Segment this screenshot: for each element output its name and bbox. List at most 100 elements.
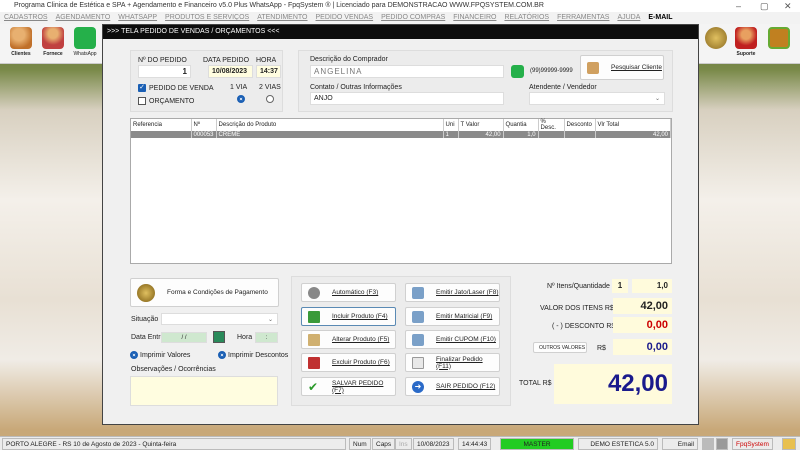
sale-order-label: PEDIDO DE VENDA [149,85,214,92]
exit-door-icon [768,27,790,49]
menu-ajuda[interactable]: AJUDA [617,14,640,21]
print-matrix-button[interactable]: Emitir Matricial (F9) [405,307,500,326]
supplier-icon [42,27,64,49]
menu-financeiro[interactable]: FINANCEIRO [453,14,496,21]
menu-agendamento[interactable]: AGENDAMENTO [56,14,111,21]
print-values-label: Imprimir Valores [140,352,191,359]
menu-email[interactable]: E-MAIL [648,14,672,21]
close-button[interactable]: ✕ [784,0,792,12]
chevron-down-icon: ⌄ [267,317,273,323]
user-icon[interactable] [782,438,796,450]
via2-radio[interactable] [266,95,274,103]
contact-field[interactable]: ANJO [310,92,504,105]
print-coupon-button[interactable]: Emitir CUPOM (F10) [405,330,500,349]
monitor-icon[interactable] [716,438,728,450]
items-table[interactable]: Referencia Nº Descrição do Produto Uni T Val… [130,118,672,264]
delivery-date-field[interactable]: / / [161,332,207,343]
order-no-label: Nº DO PEDIDO [138,57,187,64]
include-product-button[interactable]: Incluir Produto (F4) [301,307,396,326]
date-label: DATA PEDIDO [203,57,250,64]
contact-label: Contato / Outras Informações [310,84,402,91]
edit-product-icon [308,333,320,346]
order-dialog: >>> TELA PEDIDO DE VENDAS / ORÇAMENTOS <… [102,24,699,425]
location-date: PORTO ALEGRE - RS 10 de Agosto de 2023 -… [2,438,346,450]
items-count: 1 [612,279,628,293]
items-value: 42,00 [613,298,672,314]
delete-product-button[interactable]: Excluir Produto (F6) [301,353,396,372]
print-discounts-radio[interactable] [218,351,226,359]
via1-radio[interactable] [237,95,245,103]
window-title: Programa Clinica de Estética e SPA + Age… [14,2,544,9]
printer-icon[interactable] [702,438,714,450]
automatic-button[interactable]: Automático (F3) [301,283,396,302]
printer-icon [412,310,424,323]
menu-atendimento[interactable]: ATENDIMENTO [257,14,307,21]
status-time: 14:44:43 [458,438,492,450]
brand-link[interactable]: FpqSystem [732,438,773,450]
items-label: Nº Itens/Quantidade [547,283,610,290]
print-discounts-label: Imprimir Descontos [228,352,289,359]
menu-pedido-vendas[interactable]: PEDIDO VENDAS [316,14,374,21]
sale-order-checkbox[interactable]: ✓ [138,84,146,92]
time-field[interactable]: 14:37 [256,65,281,78]
phone-text: (99)99999-9999 [530,68,573,74]
payment-button[interactable]: Forma e Condições de Pagamento [130,278,279,307]
whatsapp-icon[interactable] [511,65,524,78]
menu-pedido-compras[interactable]: PEDIDO COMPRAS [381,14,445,21]
menu-relatorios[interactable]: RELATÓRIOS [504,14,549,21]
menu-produtos[interactable]: PRODUTOS E SERVIÇOS [165,14,249,21]
finish-order-button[interactable]: Finalizar Pedido (F11) [405,353,500,372]
table-row[interactable]: 000053 CREME 1 42,00 1,0 42,00 [131,131,672,138]
seller-label: Atendente / Vendedor [529,84,597,91]
status-select[interactable]: ⌄ [161,313,278,325]
suporte-button[interactable]: Suporte [730,26,762,62]
clientes-button[interactable]: Clientes [5,26,37,62]
menu-bar: CADASTROS AGENDAMENTO WHATSAPP PRODUTOS E S… [0,12,800,24]
menu-cadastros[interactable]: CADASTROS [4,14,48,21]
date-field[interactable]: 10/08/2023 [208,65,253,78]
email-button[interactable]: Email [662,438,698,450]
search-client-icon [587,61,599,74]
total-value: 42,00 [554,364,672,404]
hour-field[interactable]: : [255,332,278,343]
finance-button[interactable] [700,26,732,62]
order-no-field[interactable]: 1 [138,65,191,78]
quote-checkbox[interactable] [138,97,146,105]
printer-icon [412,333,424,346]
items-value-label: VALOR DOS ITENS R$ [540,305,614,312]
discount-value: 0,00 [613,317,672,333]
chevron-down-icon: ⌄ [654,96,660,102]
print-values-radio[interactable] [130,351,138,359]
exit-order-button[interactable]: ➜ SAIR PEDIDO (F12) [405,377,500,396]
save-order-button[interactable]: ✔ SALVAR PEDIDO (F7) [301,377,396,396]
minimize-button[interactable]: – [736,0,741,12]
print-laser-button[interactable]: Emitir Jato/Laser (F8) [405,283,500,302]
menu-ferramentas[interactable]: FERRAMENTAS [557,14,609,21]
items-qty: 1,0 [632,279,672,293]
support-icon [735,27,757,49]
whatsapp-icon [74,27,96,49]
exit-button[interactable] [763,26,795,62]
alter-product-button[interactable]: Alterar Produto (F5) [301,330,396,349]
notes-textarea[interactable] [130,376,278,406]
search-client-button[interactable]: Pesquisar Cliente [580,55,664,80]
buyer-field[interactable]: ANGELINA [310,65,504,78]
whatsapp-button[interactable]: WhatsApp [69,26,101,62]
maximize-button[interactable]: ▢ [760,0,769,12]
arrow-right-icon: ➜ [412,380,424,393]
buyer-label: Descrição do Comprador [310,56,388,63]
discount-label: ( - ) DESCONTO R$ [552,323,616,330]
barcode-icon [308,286,320,299]
other-values-button[interactable]: OUTROS VALORES [533,342,587,353]
via2-label: 2 VIAS [259,84,281,91]
document-check-icon [412,356,424,369]
via1-label: 1 VIA [230,84,248,91]
fornece-button[interactable]: Fornece [37,26,69,62]
seller-select[interactable]: ⌄ [529,92,665,105]
num-indicator: Num [349,438,371,450]
ins-indicator: Ins [395,438,412,450]
table-header: Referencia Nº Descrição do Produto Uni T Val… [131,119,672,131]
checkmark-icon: ✔ [308,379,319,394]
calendar-icon[interactable] [213,331,225,343]
menu-whatsapp[interactable]: WHATSAPP [118,14,157,21]
